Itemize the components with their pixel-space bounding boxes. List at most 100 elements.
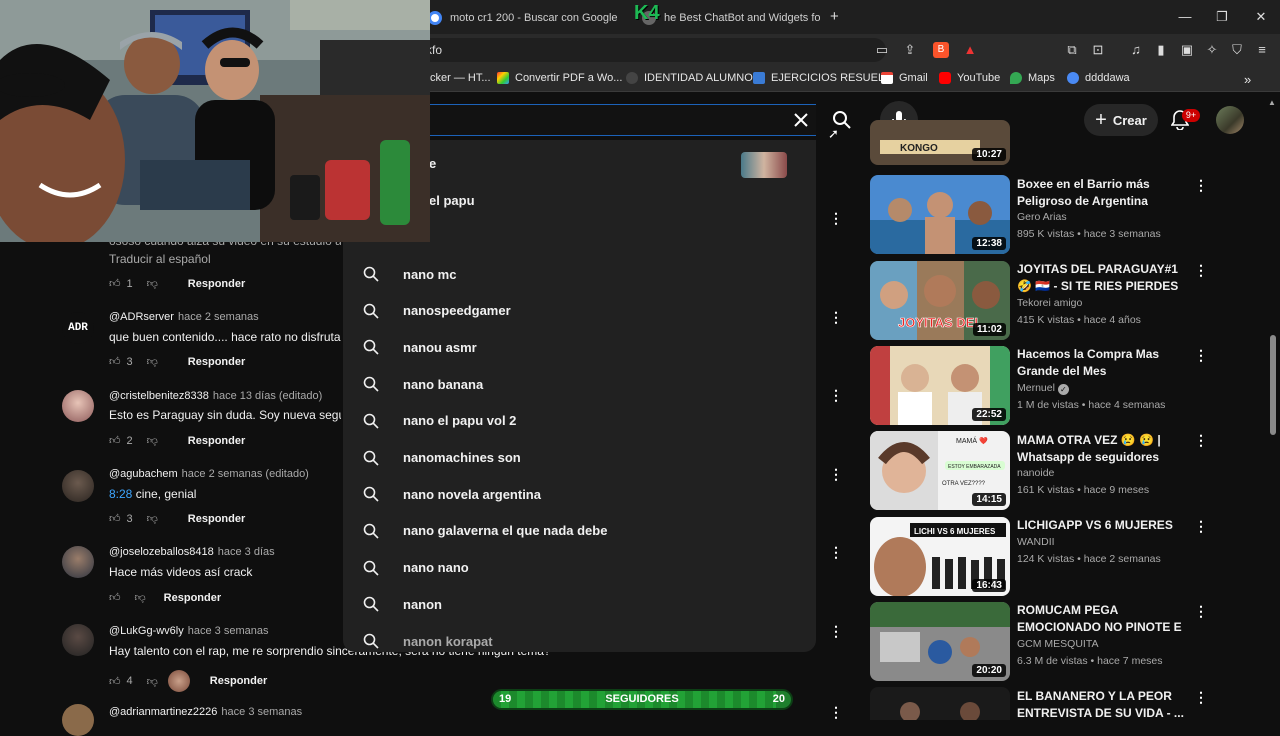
account-avatar[interactable] [1216,106,1244,134]
suggestion-item[interactable]: nano galaverna el que nada debe [363,523,607,539]
suggestion-item[interactable]: e [429,156,436,171]
comment-menu-icon[interactable]: ⋮ [829,387,843,403]
suggestion-item[interactable]: nanon [363,596,442,612]
video-thumbnail[interactable]: KONGO 10:27 [870,120,1010,165]
reply-button[interactable]: Responder [210,675,267,687]
brave-shield-icon[interactable]: B [933,42,949,58]
bookmarks-overflow-icon[interactable]: » [1244,72,1251,87]
like-icon[interactable]: 👍︎ [109,277,121,290]
suggestion-item[interactable]: nanospeedgamer [363,303,511,319]
dislike-icon[interactable]: 👎︎ [147,434,158,447]
reply-button[interactable]: Responder [188,435,245,447]
like-icon[interactable]: 👍︎ [109,355,121,368]
extensions-icon[interactable]: ⧉ [1064,42,1080,58]
like-icon[interactable]: 👍︎ [109,675,121,688]
vpn-icon[interactable]: ⛉ [1229,42,1245,58]
video-thumbnail[interactable]: JOYITAS DEL 11:02 [870,261,1010,340]
timestamp-link[interactable]: 8:28 [109,487,132,501]
suggestion-item[interactable]: nano novela argentina [363,486,541,502]
suggestion-item[interactable]: nanon korapat [363,633,493,649]
avatar[interactable] [62,624,94,656]
reply-button[interactable]: Responder [164,592,221,604]
reply-button[interactable]: Responder [188,356,245,368]
dislike-icon[interactable]: 👎︎ [135,591,146,604]
bookmark-item[interactable]: Maps [1010,72,1055,84]
like-icon[interactable]: 👍︎ [109,512,121,525]
avatar[interactable] [62,390,94,422]
dislike-icon[interactable]: 👎︎ [147,355,158,368]
video-menu-icon[interactable]: ⋮ [1194,603,1208,619]
suggestion-item[interactable]: nano mc [363,266,456,282]
video-thumbnail[interactable]: 12:38 [870,175,1010,254]
video-title[interactable]: Boxee en el Barrio más Peligroso de Arge… [1017,176,1187,210]
avatar[interactable]: ADR [62,312,94,344]
bookmark-item[interactable]: IDENTIDAD ALUMNO [626,72,753,84]
like-icon[interactable]: 👍︎ [109,434,121,447]
bookmark-item[interactable]: ddddawa [1067,72,1130,84]
suggestion-item[interactable]: el papu [429,193,475,208]
bookmark-item[interactable]: Gmail [881,72,928,84]
bookmark-item[interactable]: YouTube [939,72,1000,84]
dislike-icon[interactable]: 👎︎ [147,512,158,525]
tab-chatbot[interactable]: he Best ChatBot and Widgets for Ki [632,4,820,32]
comment-menu-icon[interactable]: ⋮ [829,544,843,560]
reply-button[interactable]: Responder [188,278,245,290]
maximize-icon[interactable]: ❐ [1207,6,1237,28]
bookmark-item[interactable]: Convertir PDF a Wo... [497,72,622,84]
suggestion-item[interactable]: nano el papu vol 2 [363,413,516,429]
suggestion-item[interactable]: nanou asmr [363,339,477,355]
brave-rewards-icon[interactable]: ▲ [962,42,978,58]
video-thumbnail[interactable]: MAMÁ ❤️ ESTOY EMBARAZADA OTRA VEZ???? 14:1… [870,431,1010,510]
video-thumbnail[interactable]: 22:52 [870,346,1010,425]
suggestion-item[interactable]: nanomachines son [363,450,521,466]
video-channel[interactable]: Mernuel ✓ [1017,382,1069,395]
video-channel[interactable]: GCM MESQUITA [1017,638,1098,650]
bookmark-item[interactable]: EJERCICIOS RESUEL... [753,72,893,84]
close-window-icon[interactable]: ✕ [1246,6,1276,28]
video-menu-icon[interactable]: ⋮ [1194,518,1208,534]
tab-google-search[interactable]: moto cr1 200 - Buscar con Google [418,4,618,32]
video-title[interactable]: MAMA OTRA VEZ 😢 😢 | Whatsapp de seguidor… [1017,432,1187,466]
comment-author[interactable]: @joselozeballos8418 [109,546,214,558]
menu-icon[interactable]: ≡ [1254,42,1270,58]
comment-author[interactable]: @cristelbenitez8338 [109,390,209,402]
comment-author[interactable]: @ADRserver [109,311,174,323]
share-icon[interactable]: ⇪ [902,42,918,58]
cast-icon[interactable]: ▭ [874,42,890,58]
comment-menu-icon[interactable]: ⋮ [829,623,843,639]
bookmark-item[interactable]: cker — HT... [430,72,491,84]
video-menu-icon[interactable]: ⋮ [1194,689,1208,705]
video-channel[interactable]: WANDII [1017,536,1055,548]
search-input[interactable] [430,104,816,136]
comment-author[interactable]: @agubachem [109,468,178,480]
video-channel[interactable]: Gero Arias [1017,211,1067,223]
like-icon[interactable]: 👍︎ [109,591,121,604]
avatar[interactable] [62,704,94,736]
video-title[interactable]: ROMUCAM PEGA EMOCIONADO NO PINOTE E ... [1017,602,1187,636]
video-thumbnail[interactable]: 20:20 [870,602,1010,681]
video-title[interactable]: Hacemos la Compra Mas Grande del Mes [1017,346,1187,380]
clear-search-icon[interactable] [783,102,819,138]
music-icon[interactable]: ♫ [1128,42,1144,58]
create-button[interactable]: + Crear [1084,104,1158,136]
video-channel[interactable]: Tekorei amigo [1017,297,1082,309]
comment-menu-icon[interactable]: ⋮ [829,466,843,482]
translate-link[interactable]: Traducir al español [109,252,341,266]
reply-button[interactable]: Responder [188,513,245,525]
avatar[interactable] [62,470,94,502]
video-title[interactable]: LICHIGAPP VS 6 MUJERES [1017,517,1187,534]
video-channel[interactable]: nanoide [1017,467,1054,479]
comment-menu-icon[interactable]: ⋮ [829,309,843,325]
minimize-icon[interactable]: — [1170,6,1200,28]
ai-icon[interactable]: ✧ [1204,42,1220,58]
suggestion-item[interactable]: nano banana [363,376,483,392]
scroll-up-icon[interactable]: ▲ [1268,98,1276,107]
comment-menu-icon[interactable]: ⋮ [829,704,843,720]
video-thumbnail[interactable] [870,687,1010,720]
avatar[interactable] [62,546,94,578]
suggestion-item[interactable]: nano nano [363,560,469,576]
new-tab-button[interactable]: + [830,8,839,25]
video-title[interactable]: EL BANANERO Y LA PEOR ENTREVISTA DE SU V… [1017,688,1187,722]
video-menu-icon[interactable]: ⋮ [1194,262,1208,278]
video-title[interactable]: JOYITAS DEL PARAGUAY#1 🤣 🇵🇾 - SI TE RIES… [1017,261,1187,295]
